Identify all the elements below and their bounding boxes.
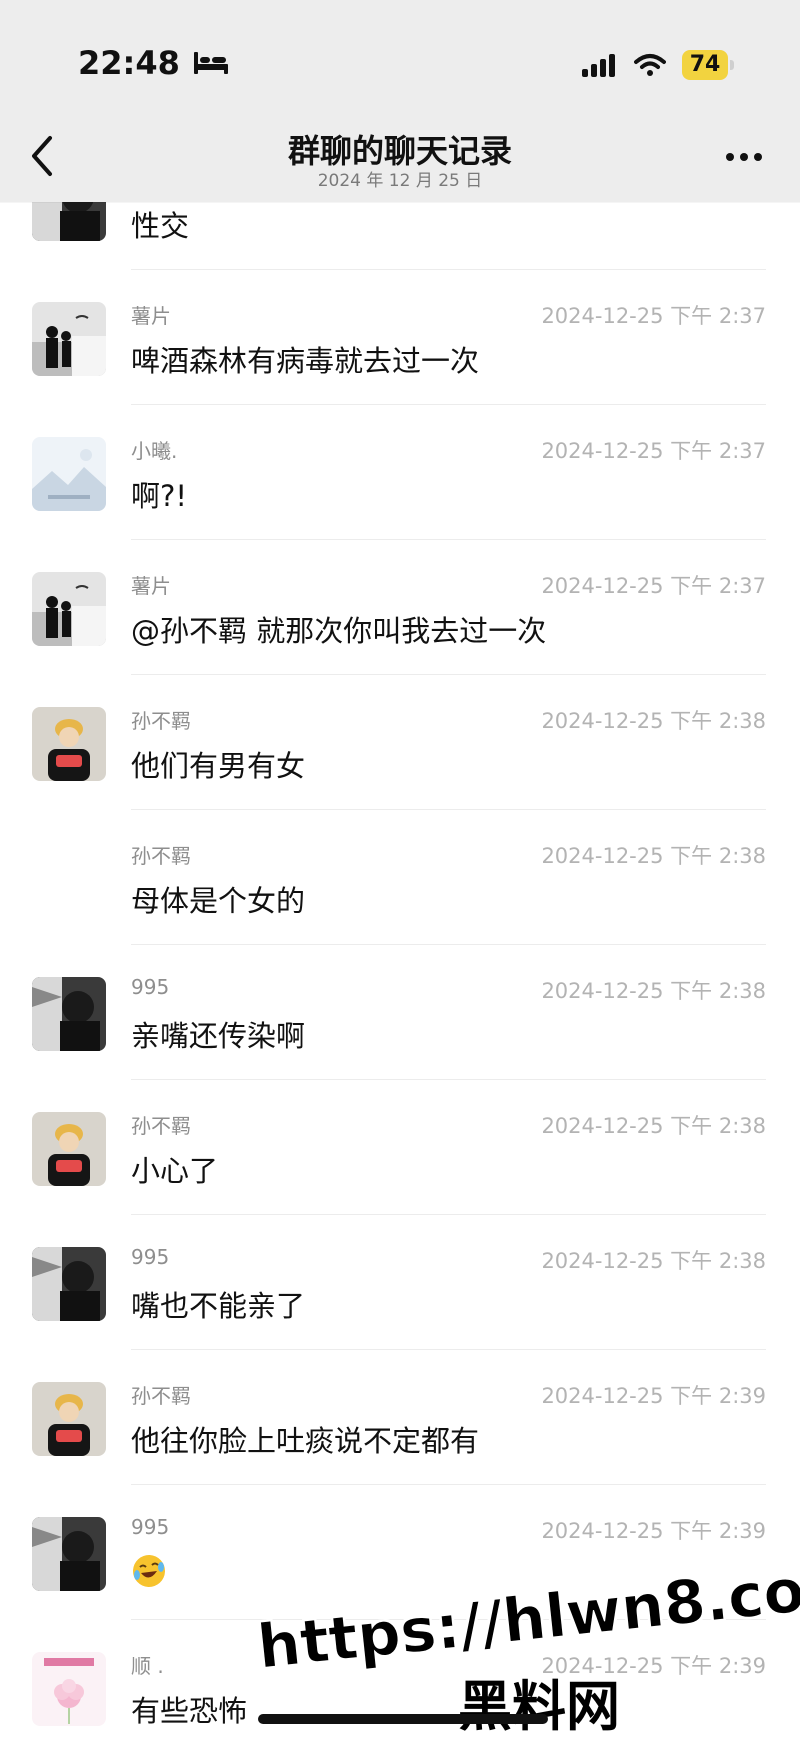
sender-name: 孙不羁 — [131, 1384, 191, 1408]
wifi-icon — [634, 54, 666, 76]
message-item[interactable]: 薯片 2024-12-25 下午 2:37 啤酒森林有病毒就去过一次 — [0, 270, 800, 405]
avatar[interactable] — [32, 1517, 106, 1591]
message-item[interactable]: 孙不羁 2024-12-25 下午 2:38 母体是个女的 — [0, 810, 800, 945]
bed-sleep-focus-icon — [193, 52, 228, 74]
message-item[interactable]: 薯片 2024-12-25 下午 2:37 @孙不羁 就那次你叫我去过一次 — [0, 540, 800, 675]
avatar-pink-flower-icon — [32, 1652, 106, 1726]
sender-name: 孙不羁 — [131, 1114, 191, 1138]
chat-history-screen: 性交 薯片 2024-12-25 下午 2:37 啤酒森林有病毒就去过一次 小曦… — [0, 0, 800, 1741]
message-item[interactable]: 995 2024-12-25 下午 2:38 嘴也不能亲了 — [0, 1215, 800, 1350]
message-time: 2024-12-25 下午 2:38 — [541, 979, 766, 1003]
message-item[interactable]: 孙不羁 2024-12-25 下午 2:39 他往你脸上吐痰说不定都有 — [0, 1350, 800, 1485]
sender-name: 顺 . — [131, 1654, 164, 1678]
avatar-silhouette-couple-icon — [32, 572, 106, 646]
status-indicators: 74 — [580, 50, 734, 80]
message-emoji — [131, 1553, 167, 1589]
message-time: 2024-12-25 下午 2:37 — [541, 304, 766, 328]
sender-name: 995 — [131, 1515, 170, 1539]
message-text: 母体是个女的 — [131, 884, 306, 918]
top-header: 22:48 74 群聊的聊天记录 2024 年 12 月 25 日 — [0, 0, 800, 202]
avatar-cartoon-character-icon — [32, 707, 106, 781]
message-item[interactable]: 孙不羁 2024-12-25 下午 2:38 小心了 — [0, 1080, 800, 1215]
sender-name: 孙不羁 — [131, 844, 191, 868]
message-list[interactable]: 性交 薯片 2024-12-25 下午 2:37 啤酒森林有病毒就去过一次 小曦… — [0, 0, 800, 1741]
message-text: 嘴也不能亲了 — [131, 1289, 306, 1323]
message-time: 2024-12-25 下午 2:37 — [541, 439, 766, 463]
sender-name: 小曦. — [131, 439, 178, 463]
message-text: 性交 — [131, 209, 190, 243]
message-text: 他往你脸上吐痰说不定都有 — [131, 1424, 480, 1458]
avatar[interactable] — [32, 1382, 106, 1456]
message-item[interactable]: 孙不羁 2024-12-25 下午 2:38 他们有男有女 — [0, 675, 800, 810]
message-text: 亲嘴还传染啊 — [131, 1019, 306, 1053]
avatar[interactable] — [32, 302, 106, 376]
sender-name: 孙不羁 — [131, 709, 191, 733]
avatar-landscape-placeholder-icon — [32, 437, 106, 511]
sender-name: 995 — [131, 1245, 170, 1269]
message-time: 2024-12-25 下午 2:39 — [541, 1384, 766, 1408]
avatar-dark-portrait-icon — [32, 1247, 106, 1321]
message-item[interactable]: 995 2024-12-25 下午 2:38 亲嘴还传染啊 — [0, 945, 800, 1080]
avatar[interactable] — [32, 1112, 106, 1186]
message-item[interactable]: 小曦. 2024-12-25 下午 2:37 啊?! — [0, 405, 800, 540]
avatar[interactable] — [32, 707, 106, 781]
watermark-name: 黑料网 — [458, 1675, 620, 1738]
battery-level: 74 — [682, 50, 734, 80]
cellular-signal-icon — [582, 54, 615, 77]
avatar-dark-portrait-icon — [32, 1517, 106, 1591]
laughing-crying-emoji-icon — [133, 1555, 165, 1587]
message-text: 啤酒森林有病毒就去过一次 — [131, 344, 480, 378]
page-subtitle-date: 2024 年 12 月 25 日 — [317, 171, 483, 191]
message-time: 2024-12-25 下午 2:37 — [541, 574, 766, 598]
sender-name: 995 — [131, 975, 170, 999]
avatar-cartoon-character-icon — [32, 1112, 106, 1186]
avatar[interactable] — [32, 977, 106, 1051]
avatar[interactable] — [32, 437, 106, 511]
home-indicator[interactable] — [258, 1714, 548, 1724]
message-text: 有些恐怖 — [131, 1694, 248, 1728]
avatar-silhouette-couple-icon — [32, 302, 106, 376]
message-time: 2024-12-25 下午 2:38 — [541, 844, 766, 868]
message-time: 2024-12-25 下午 2:38 — [541, 709, 766, 733]
sender-name: 薯片 — [131, 304, 171, 328]
message-time: 2024-12-25 下午 2:38 — [541, 1114, 766, 1138]
message-text: 小心了 — [131, 1154, 219, 1188]
sender-name: 薯片 — [131, 574, 171, 598]
message-text: 啊?! — [131, 479, 188, 513]
status-time: 22:48 — [78, 44, 230, 82]
more-options-icon[interactable] — [724, 150, 764, 164]
message-time: 2024-12-25 下午 2:39 — [541, 1519, 766, 1543]
message-text: 他们有男有女 — [131, 749, 306, 783]
clock-text: 22:48 — [78, 44, 180, 82]
message-time: 2024-12-25 下午 2:38 — [541, 1249, 766, 1273]
avatar-cartoon-character-icon — [32, 1382, 106, 1456]
avatar[interactable] — [32, 572, 106, 646]
avatar[interactable] — [32, 1247, 106, 1321]
avatar-dark-portrait-icon — [32, 977, 106, 1051]
avatar[interactable] — [32, 1652, 106, 1726]
message-text: @孙不羁 就那次你叫我去过一次 — [131, 614, 547, 648]
